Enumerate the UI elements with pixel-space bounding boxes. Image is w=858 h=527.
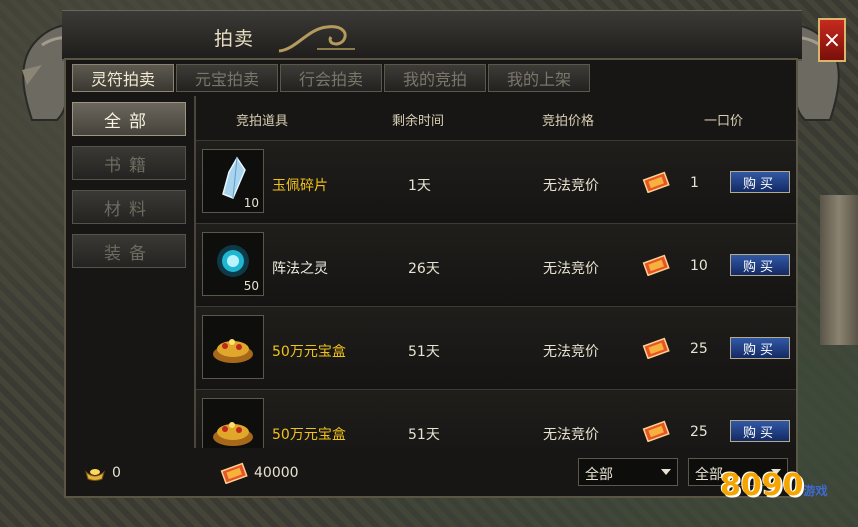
bid-price: 无法竞价	[543, 261, 599, 277]
buyout-price: 25	[690, 341, 708, 357]
bid-price: 无法竞价	[543, 427, 599, 443]
footer-bar: 0 40000 全部 全部	[64, 450, 798, 496]
close-button[interactable]: ×	[818, 18, 846, 62]
coupon-icon	[220, 462, 248, 484]
filter-dropdown-1[interactable]: 全部	[578, 458, 678, 486]
watermark-main: 8090	[720, 468, 804, 503]
filter-1-value: 全部	[585, 467, 613, 483]
chevron-down-icon	[661, 469, 671, 475]
item-name: 50万元宝盒	[272, 344, 346, 360]
item-slot[interactable]	[202, 398, 264, 448]
window-title: 拍卖	[214, 28, 255, 50]
column-buyout: 一口价	[704, 114, 744, 129]
category-materials[interactable]: 材料	[72, 190, 186, 224]
item-slot[interactable]: 50	[202, 232, 264, 296]
coupon-icon	[642, 254, 670, 276]
remaining-time: 51天	[408, 344, 440, 360]
buy-button[interactable]: 购买	[730, 420, 790, 442]
filter-2-value: 全部	[695, 467, 723, 483]
watermark-sub: 游戏	[803, 484, 828, 498]
coupon-icon	[642, 171, 670, 193]
gold-amount: 0	[112, 465, 121, 481]
tab-my-bids[interactable]: 我的竞拍	[384, 64, 486, 92]
item-slot[interactable]	[202, 315, 264, 379]
column-bid: 竞拍价格	[542, 114, 595, 129]
remaining-time: 26天	[408, 261, 440, 277]
treasure-pile-icon	[213, 339, 253, 363]
coupon-icon	[642, 337, 670, 359]
tab-ingot-auction[interactable]: 元宝拍卖	[176, 64, 278, 92]
list-header: 竞拍道具 剩余时间 竞拍价格 一口价	[196, 96, 796, 140]
category-all[interactable]: 全部	[72, 102, 186, 136]
watermark-logo: 8090游戏	[720, 468, 828, 503]
auction-list[interactable]: 竞拍道具 剩余时间 竞拍价格 一口价 10 玉佩碎片 1天 无法竞价 1 购买	[196, 96, 796, 448]
column-time: 剩余时间	[392, 114, 445, 129]
category-books[interactable]: 书籍	[72, 146, 186, 180]
category-sidebar: 全部 书籍 材料 装备	[72, 102, 188, 278]
bid-price: 无法竞价	[543, 344, 599, 360]
buy-button[interactable]: 购买	[730, 337, 790, 359]
coupon-amount: 40000	[254, 465, 299, 481]
buy-button[interactable]: 购买	[730, 171, 790, 193]
buyout-price: 1	[690, 175, 699, 191]
buyout-price: 10	[690, 258, 708, 274]
remaining-time: 1天	[408, 178, 431, 194]
item-quantity: 50	[243, 279, 259, 293]
coupon-icon	[642, 420, 670, 442]
tab-guild-auction[interactable]: 行会拍卖	[280, 64, 382, 92]
buyout-price: 25	[690, 424, 708, 440]
table-row[interactable]: 50万元宝盒 51天 无法竞价 25 购买	[196, 306, 796, 389]
item-name: 阵法之灵	[272, 261, 328, 277]
bid-price: 无法竞价	[543, 178, 599, 194]
table-row[interactable]: 10 玉佩碎片 1天 无法竞价 1 购买	[196, 140, 796, 223]
title-bar[interactable]: 拍卖	[62, 10, 802, 61]
auction-window: 拍卖 × 灵符拍卖 元宝拍卖 行会拍卖 我的竞拍 我的上架 全部 书籍 材料 装…	[12, 10, 850, 524]
buy-button[interactable]: 购买	[730, 254, 790, 276]
remaining-time: 51天	[408, 427, 440, 443]
column-item: 竞拍道具	[236, 114, 289, 129]
category-equipment[interactable]: 装备	[72, 234, 186, 268]
item-quantity: 10	[243, 196, 259, 210]
table-row[interactable]: 50 阵法之灵 26天 无法竞价 10 购买	[196, 223, 796, 306]
item-name: 50万元宝盒	[272, 427, 346, 443]
tab-talisman-auction[interactable]: 灵符拍卖	[72, 64, 174, 92]
swirl-ornament-icon	[278, 25, 355, 53]
tab-my-listings[interactable]: 我的上架	[488, 64, 590, 92]
table-row[interactable]: 50万元宝盒 51天 无法竞价 25 购买	[196, 389, 796, 448]
treasure-pile-icon	[213, 422, 253, 446]
item-slot[interactable]: 10	[202, 149, 264, 213]
gold-ingot-icon	[85, 469, 105, 481]
auction-tabs: 灵符拍卖 元宝拍卖 行会拍卖 我的竞拍 我的上架	[72, 64, 590, 94]
item-name: 玉佩碎片	[272, 178, 328, 194]
